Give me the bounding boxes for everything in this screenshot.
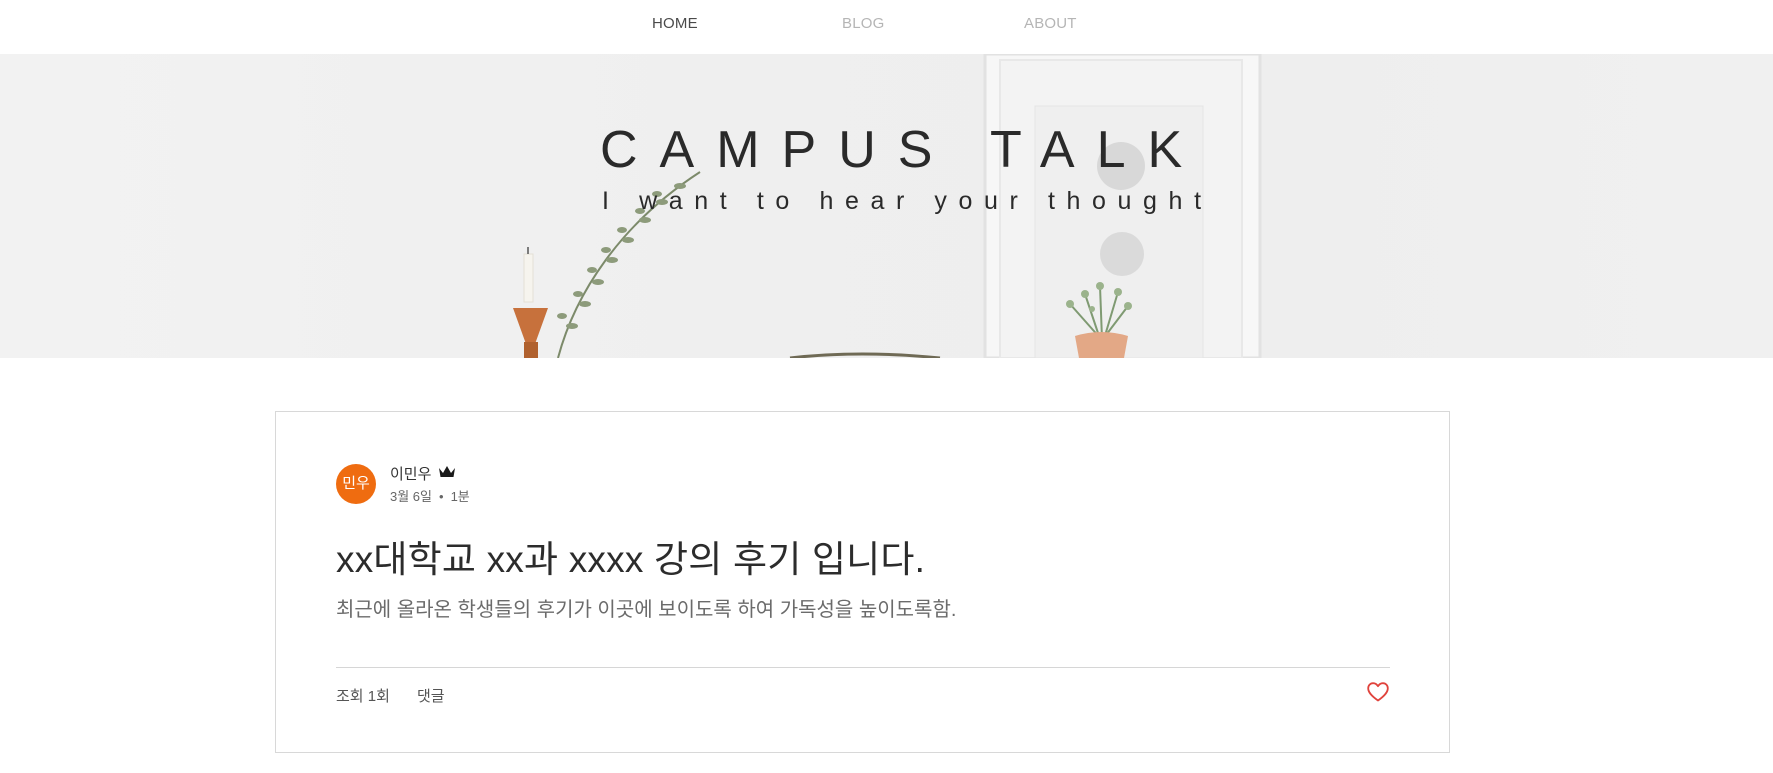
post-date: 3월 6일: [390, 489, 432, 504]
post-read-time: 1분: [450, 489, 470, 504]
hero-banner: CAMPUS TALK I want to hear your thought: [0, 54, 1773, 358]
nav-about-link[interactable]: ABOUT: [1024, 15, 1077, 32]
hero-title: CAMPUS TALK: [600, 121, 1205, 179]
post-card[interactable]: 민우 이민우 3월 6일 • 1분 xx대학교 xx과 xxxx 강의 후기 입니다…: [275, 411, 1450, 753]
post-excerpt: 최근에 올라온 학생들의 후기가 이곳에 보이도록 하여 가독성을 높이도록함.: [336, 599, 957, 621]
comments-link[interactable]: 댓글: [417, 685, 445, 706]
post-meta: 3월 6일 • 1분: [390, 486, 470, 505]
nav-home-link[interactable]: HOME: [652, 15, 698, 32]
heart-icon[interactable]: [1367, 682, 1389, 702]
top-nav: HOME BLOG ABOUT: [0, 0, 1773, 54]
post-title[interactable]: xx대학교 xx과 xxxx 강의 후기 입니다.: [336, 529, 925, 583]
view-count: 조회 1회: [336, 688, 390, 705]
nav-blog-link[interactable]: BLOG: [842, 15, 884, 32]
post-divider: [336, 667, 1390, 668]
hero-subtitle: I want to hear your thought: [602, 187, 1213, 215]
author-avatar[interactable]: 민우: [336, 464, 376, 504]
crown-icon: [439, 466, 455, 477]
meta-separator-icon: •: [439, 489, 444, 504]
author-name[interactable]: 이민우: [390, 463, 431, 484]
